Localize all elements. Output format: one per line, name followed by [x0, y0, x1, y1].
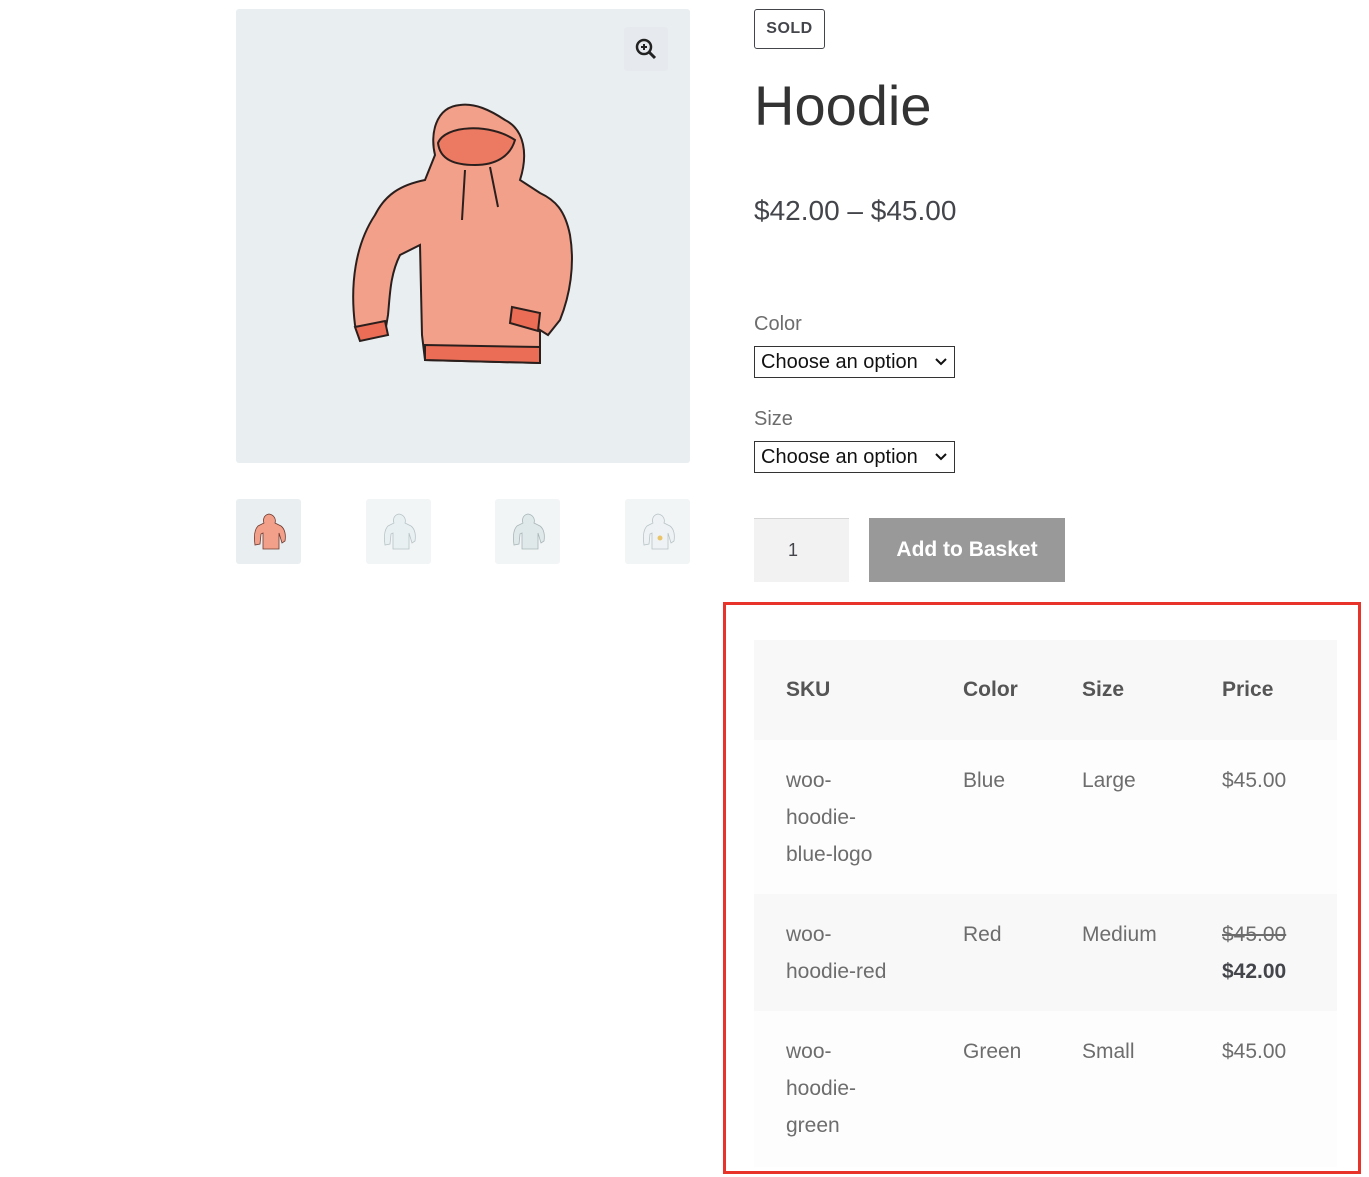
hoodie-blue-thumbnail: [383, 513, 416, 549]
color-cell: Red: [963, 923, 1002, 946]
original-price: $45.00: [1222, 923, 1287, 946]
header-price: Price: [1222, 678, 1274, 701]
size-cell: Medium: [1082, 923, 1157, 946]
size-label: Size: [754, 408, 793, 430]
size-select-value: Choose an option: [761, 445, 918, 468]
size-select[interactable]: Choose an option: [754, 441, 955, 473]
price-range: $42.00 – $45.00: [754, 195, 957, 226]
color-cell: Blue: [963, 769, 1006, 792]
size-cell: Small: [1082, 1040, 1135, 1063]
hoodie-red-thumbnail: [253, 513, 286, 549]
thumbnail-red[interactable]: [236, 499, 301, 564]
variations-table: SKU Color Size Price woo- hoodie- blue-l…: [754, 640, 1337, 1167]
thumbnail-green[interactable]: [495, 499, 560, 564]
color-select[interactable]: Choose an option: [754, 346, 955, 378]
sku-cell: woo- hoodie-red: [786, 923, 887, 983]
sku-cell: woo- hoodie- blue-logo: [786, 769, 873, 866]
sale-price: $42.00: [1222, 960, 1287, 983]
price-cell: $45.00 $42.00: [1222, 894, 1332, 990]
table-row: woo- hoodie- blue-logo Blue Large $45.00: [754, 740, 1337, 894]
add-to-basket-button[interactable]: Add to Basket: [869, 518, 1065, 582]
color-select-value: Choose an option: [761, 350, 918, 373]
header-size: Size: [1082, 678, 1125, 701]
price-cell: $45.00: [1222, 769, 1287, 792]
hoodie-green-thumbnail: [512, 513, 545, 549]
zoom-in-icon: [635, 38, 657, 60]
thumbnail-blue[interactable]: [366, 499, 431, 564]
zoom-button[interactable]: [624, 27, 668, 71]
hoodie-logo-thumbnail: [642, 513, 675, 549]
chevron-down-icon: [935, 358, 947, 366]
product-title: Hoodie: [754, 74, 932, 137]
header-color: Color: [963, 678, 1018, 701]
size-cell: Large: [1082, 769, 1136, 792]
color-cell: Green: [963, 1040, 1022, 1063]
quantity-input[interactable]: 1: [754, 518, 849, 582]
table-header: SKU Color Size Price: [754, 640, 1337, 740]
table-row: woo- hoodie-red Red Medium $45.00 $42.00: [754, 894, 1337, 1011]
chevron-down-icon: [935, 453, 947, 461]
hoodie-image: [352, 103, 573, 365]
sku-cell: woo- hoodie- green: [786, 1040, 857, 1137]
table-row: woo- hoodie- green Green Small $45.00: [754, 1011, 1337, 1167]
header-sku: SKU: [786, 678, 831, 701]
thumbnail-logo[interactable]: [625, 499, 690, 564]
color-label: Color: [754, 313, 802, 335]
price-cell: $45.00: [1222, 1040, 1287, 1063]
sold-badge: SOLD: [754, 9, 825, 49]
